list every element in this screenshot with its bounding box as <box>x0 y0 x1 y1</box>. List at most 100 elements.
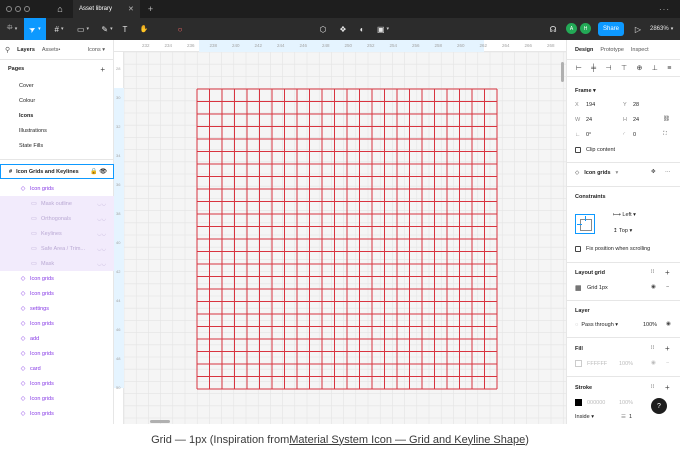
w-field[interactable]: 24 <box>586 117 592 123</box>
file-tab[interactable]: Asset library ✕ <box>73 0 140 18</box>
layer-row[interactable]: ◇ card <box>0 361 114 376</box>
layer-row[interactable]: ◇ Icon grids <box>0 391 114 406</box>
add-grid-icon[interactable]: + <box>665 268 670 277</box>
tab-prototype[interactable]: Prototype <box>600 47 624 53</box>
layer-frame-row[interactable]: # Icon Grids and Keylines 🔒 👁 <box>0 164 114 179</box>
new-tab-button[interactable]: + <box>148 4 153 14</box>
rotation-field[interactable]: 0° <box>586 132 591 138</box>
caption-link[interactable]: Material System Icon — Grid and Keyline … <box>289 434 525 446</box>
window-controls[interactable] <box>6 6 30 12</box>
fill-opacity[interactable]: 100% <box>619 361 633 367</box>
eye-icon[interactable]: ◡◡ <box>97 261 106 267</box>
headphones-icon[interactable]: ☊ <box>546 18 560 40</box>
horizontal-scrollbar[interactable] <box>150 420 170 423</box>
layer-row[interactable]: ◇ Icon grids <box>0 271 114 286</box>
x-field[interactable]: 194 <box>586 102 595 108</box>
eye-icon[interactable]: ◉ <box>666 321 671 327</box>
icons-dropdown[interactable]: Icons ▾ <box>88 47 105 53</box>
avatar[interactable]: A <box>566 23 577 34</box>
clip-content-checkbox[interactable] <box>575 147 581 153</box>
layer-row[interactable]: ▭ Safe Area / Trim... ◡◡ <box>0 241 114 256</box>
boolean-icon[interactable]: ▣ ▾ <box>374 18 392 40</box>
search-icon[interactable]: ⚲ <box>5 46 10 54</box>
align-top-icon[interactable]: ⊤ <box>621 64 627 72</box>
avatar[interactable]: H <box>580 23 591 34</box>
stroke-swatch[interactable] <box>575 399 582 406</box>
page-item-colour[interactable]: Colour <box>0 93 113 108</box>
independent-corners-icon[interactable]: ⛶ <box>663 131 667 138</box>
canvas[interactable]: 232 234 236 238 240 242 244 246 248 250 252 254 256 2… <box>114 40 566 424</box>
grid-icon[interactable]: ▦ <box>575 284 582 292</box>
eye-icon[interactable]: ◡◡ <box>97 231 106 237</box>
layer-row[interactable]: ◇ settings <box>0 301 114 316</box>
stroke-styles-icon[interactable]: ⁞⁞ <box>651 384 654 390</box>
grid-styles-icon[interactable]: ⁞⁞ <box>651 269 654 275</box>
layer-row[interactable]: ◇ Icon grids <box>0 286 114 301</box>
layer-row[interactable]: ◇ Icon grids <box>0 406 114 421</box>
comment-tool-icon[interactable]: ○ <box>172 18 188 40</box>
move-tool-icon[interactable]: ➤ ▾ <box>24 18 46 40</box>
fill-styles-icon[interactable]: ⁞⁞ <box>651 345 654 351</box>
page-item-illustrations[interactable]: Illustrations <box>0 123 113 138</box>
eye-icon[interactable]: ◡◡ <box>97 201 106 207</box>
grid-item-label[interactable]: Grid 1px <box>587 285 608 291</box>
vertical-scrollbar[interactable] <box>561 62 564 82</box>
layer-row[interactable]: ▭ Mask ◡◡ <box>0 256 114 271</box>
fill-hex[interactable]: FFFFFF <box>587 361 607 367</box>
frame-tool-icon[interactable]: # ▾ <box>48 18 70 40</box>
more-icon[interactable]: ··· <box>659 5 670 14</box>
add-page-icon[interactable]: + <box>100 65 105 74</box>
close-icon[interactable]: ✕ <box>128 5 134 13</box>
distribute-icon[interactable]: ≡ <box>667 65 671 72</box>
eye-icon[interactable]: ◡◡ <box>97 246 106 252</box>
layer-row[interactable]: ◇ Icon grids <box>0 346 114 361</box>
go-to-main-component-icon[interactable]: ✥ <box>651 169 656 175</box>
align-center-icon[interactable]: ╪ <box>591 65 596 72</box>
layer-row[interactable]: ◇ Icon grids <box>0 316 114 331</box>
more-icon[interactable]: ··· <box>665 169 671 175</box>
fill-row[interactable]: FFFFFF <box>575 360 607 367</box>
stroke-position-dropdown[interactable]: Inside ▾ <box>575 414 594 420</box>
tab-design[interactable]: Design <box>575 47 593 53</box>
eye-icon[interactable]: ◉ <box>651 360 656 366</box>
contrast-icon[interactable]: ◐ <box>355 18 369 40</box>
constrain-proportions-icon[interactable]: ⛓ <box>663 116 670 122</box>
hand-tool-icon[interactable]: ✋ <box>136 18 152 40</box>
constraint-horizontal[interactable]: ⟼ Left ▾ <box>613 212 636 218</box>
stroke-opacity[interactable]: 100% <box>619 400 633 406</box>
layer-row[interactable]: ▭ Mask outline ◡◡ <box>0 196 114 211</box>
constraint-vertical[interactable]: ↥ Top ▾ <box>613 228 632 234</box>
layer-row[interactable]: ▭ Orthogonals ◡◡ <box>0 211 114 226</box>
eye-icon[interactable]: ◡◡ <box>97 216 106 222</box>
shape-tool-icon[interactable]: ▭ ▾ <box>72 18 94 40</box>
page-item-state-fills[interactable]: State Fills <box>0 138 113 153</box>
eye-icon[interactable]: ◉ <box>651 284 656 290</box>
pen-tool-icon[interactable]: ✎ ▾ <box>96 18 118 40</box>
share-button[interactable]: Share <box>598 22 624 36</box>
blend-mode-dropdown[interactable]: ◌ Pass through ▾ <box>575 322 618 328</box>
main-menu-icon[interactable]: ⯐ ▾ <box>2 18 22 40</box>
help-button[interactable]: ? <box>651 398 667 414</box>
home-icon[interactable]: ⌂ <box>49 0 71 18</box>
play-icon[interactable]: ▷ <box>632 18 644 40</box>
y-field[interactable]: 28 <box>633 102 639 108</box>
page-item-icons[interactable]: Icons <box>0 108 113 123</box>
layer-row[interactable]: ◇ Icon grids <box>0 376 114 391</box>
stroke-weight-field[interactable]: ☰ 1 <box>621 414 632 420</box>
layer-opacity-field[interactable]: 100% <box>643 322 657 328</box>
add-stroke-icon[interactable]: + <box>665 383 670 392</box>
page-item-cover[interactable]: Cover <box>0 78 113 93</box>
fix-position-checkbox[interactable] <box>575 246 581 252</box>
add-fill-icon[interactable]: + <box>665 344 670 353</box>
component-set-icon[interactable]: ❖ <box>336 18 350 40</box>
align-bottom-icon[interactable]: ⊥ <box>652 64 658 72</box>
align-middle-icon[interactable]: ⊕ <box>636 64 642 72</box>
clip-content-row[interactable]: Clip content <box>575 147 615 153</box>
layer-row[interactable]: ◇ Icon grids <box>0 181 114 196</box>
minus-icon[interactable]: − <box>666 284 669 290</box>
tab-assets[interactable]: Assets• <box>42 47 60 53</box>
align-right-icon[interactable]: ⊣ <box>606 64 612 72</box>
component-row[interactable]: ◇ Icon grids ▾ <box>575 170 618 176</box>
h-field[interactable]: 24 <box>633 117 639 123</box>
tab-layers[interactable]: Layers <box>17 47 35 53</box>
